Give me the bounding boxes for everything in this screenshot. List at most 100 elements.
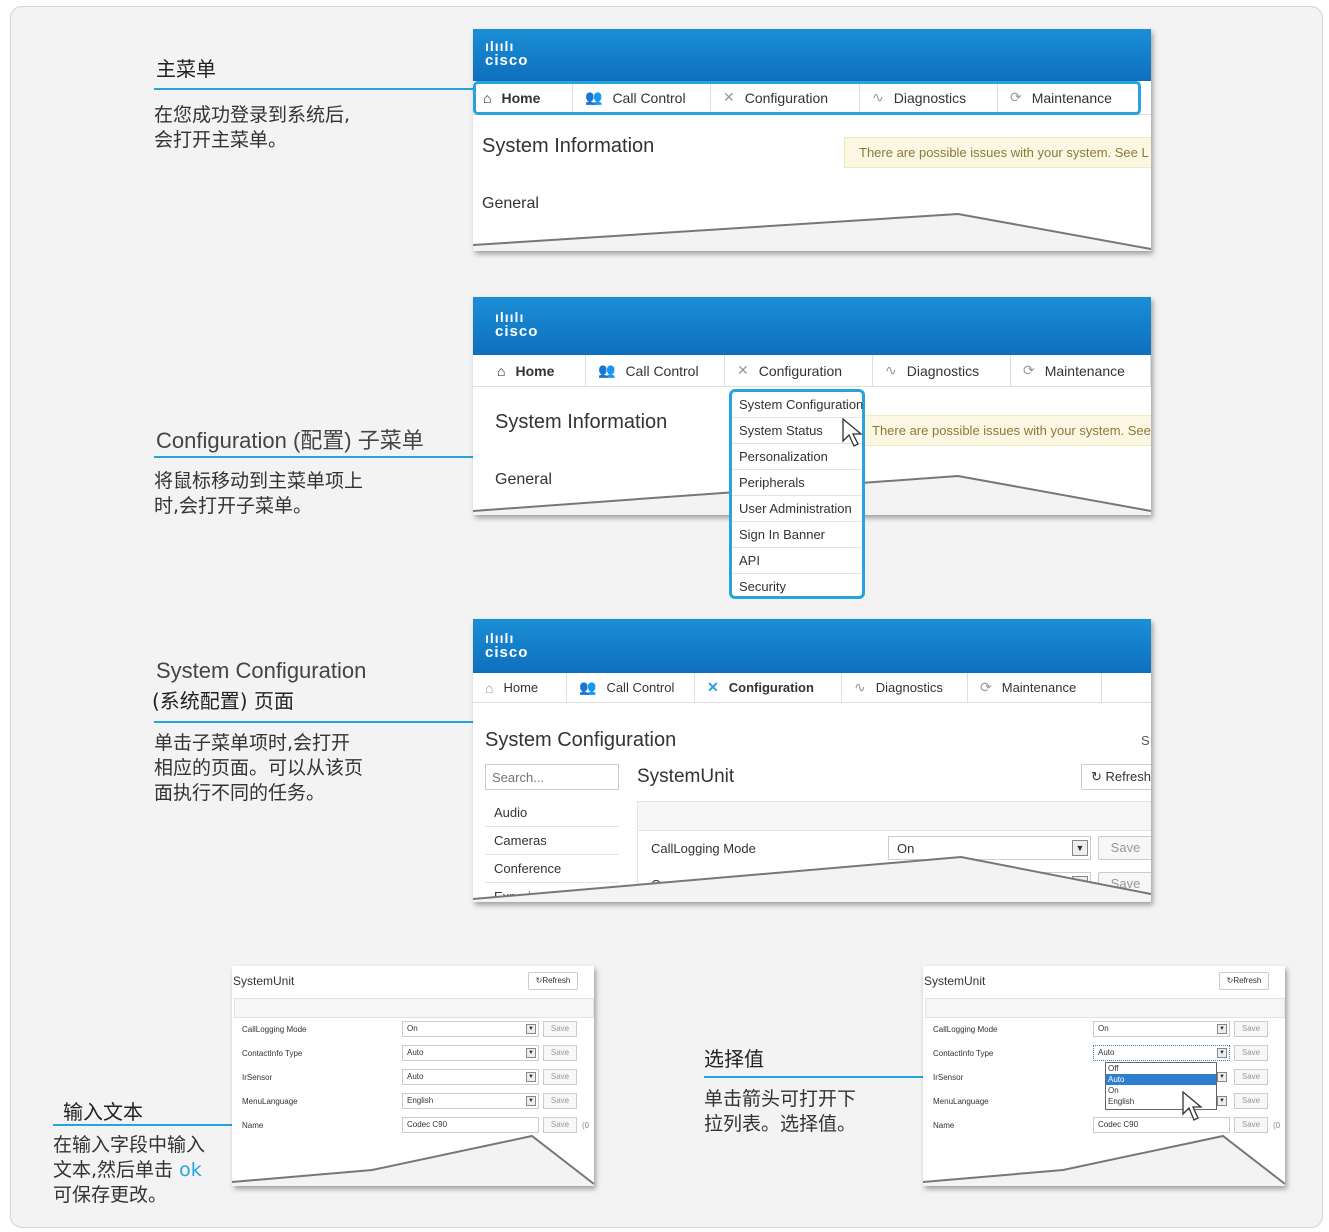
name-input[interactable]: Codec C90 — [1093, 1117, 1230, 1133]
chevron-down-icon[interactable]: ▼ — [526, 1096, 536, 1106]
desc-line: 在您成功登录到系统后, — [154, 104, 351, 126]
save-button[interactable]: Save — [1234, 1117, 1268, 1133]
submenu-item-api[interactable]: API — [732, 548, 862, 574]
chevron-down-icon[interactable]: ▼ — [1217, 1024, 1227, 1034]
submenu-item-sign-in-banner[interactable]: Sign In Banner — [732, 522, 862, 548]
calllogging-select[interactable]: On — [402, 1021, 539, 1037]
contactinfo-select[interactable]: Auto — [402, 1045, 539, 1061]
search-input[interactable] — [485, 764, 619, 790]
menulanguage-select[interactable]: English — [402, 1093, 539, 1109]
nav-label: Call Control — [606, 680, 675, 695]
option-off[interactable]: Off — [1106, 1063, 1216, 1074]
main-menu-title: 主菜单 — [156, 57, 216, 81]
save-button[interactable]: Save — [543, 1069, 577, 1085]
desc-line: 会打开主菜单。 — [154, 129, 288, 151]
field-label: Name — [242, 1121, 264, 1130]
chevron-down-icon[interactable]: ▼ — [526, 1024, 536, 1034]
save-button[interactable]: Save — [1234, 1093, 1268, 1109]
chevron-down-icon[interactable]: ▼ — [1217, 1048, 1227, 1058]
nav-diagnostics[interactable]: ∿ Diagnostics — [873, 355, 1011, 386]
nav-label: Home — [515, 362, 555, 379]
nav-label: Configuration — [758, 362, 843, 379]
refresh-button[interactable]: ↻Refresh — [528, 972, 578, 990]
main-nav: ⌂ Home 👥 Call Control ✕ Configuration ∿ Diag… — [473, 355, 1151, 387]
logo-bars: ılıılı — [485, 38, 515, 54]
refresh-button[interactable]: ↻Refresh — [1219, 972, 1269, 990]
page-frame: 主菜单 在您成功登录到系统后, 会打开主菜单。 ılıılı cisco ⌂ Ho… — [10, 6, 1323, 1228]
irsensor-select[interactable]: Auto — [402, 1069, 539, 1085]
contactinfo-select[interactable]: Auto — [1093, 1045, 1230, 1061]
torn-edge — [473, 212, 1151, 251]
save-button[interactable]: Save — [543, 1021, 577, 1037]
nav-configuration[interactable]: ✕ Configuration — [695, 673, 842, 702]
nav-call-control[interactable]: 👥 Call Control — [586, 355, 725, 386]
sidebar-item-audio[interactable]: Audio — [485, 799, 619, 827]
save-button[interactable]: Save — [1234, 1045, 1268, 1061]
desc-line: 可保存更改。 — [53, 1184, 168, 1206]
refresh-button[interactable]: ↻ Refresh — [1081, 764, 1151, 790]
main-menu-desc: 在您成功登录到系统后, 会打开主菜单。 — [154, 103, 350, 153]
nav-label: Configuration — [728, 680, 814, 695]
select-value-desc: 单击箭头可打开下 拉列表。选择值。 — [704, 1087, 856, 1137]
users-icon: 👥 — [579, 679, 597, 695]
screenshot-select-value: SystemUnit ↻Refresh CallLogging Mode On … — [923, 966, 1285, 1186]
torn-edge — [923, 1134, 1285, 1186]
page-title: System Information — [495, 411, 668, 433]
desc-line: 将鼠标移动到主菜单项上 — [154, 470, 364, 492]
nav-home[interactable]: ⌂ Home — [473, 355, 586, 386]
chevron-down-icon[interactable]: ▼ — [1217, 1096, 1227, 1106]
group-header — [234, 998, 594, 1018]
warning-banner: There are possible issues with your syst… — [857, 415, 1151, 446]
submenu-title: Configuration (配置) 子菜单 — [156, 428, 424, 453]
option-auto[interactable]: Auto — [1106, 1074, 1216, 1085]
field-label: CallLogging Mode — [933, 1025, 998, 1034]
desc-line: 拉列表。选择值。 — [704, 1113, 857, 1135]
pulse-icon: ∿ — [885, 362, 897, 378]
desc-line: 单击子菜单项时,会打开 — [154, 732, 351, 754]
field-label: CallLogging Mode — [242, 1025, 307, 1034]
save-button[interactable]: Save — [543, 1093, 577, 1109]
save-button[interactable]: Save — [1234, 1021, 1268, 1037]
section-heading: SystemUnit — [637, 766, 735, 787]
save-button[interactable]: Save — [1234, 1069, 1268, 1085]
submenu-item-system-configuration[interactable]: System Configuration — [732, 392, 863, 418]
save-button[interactable]: Save — [543, 1045, 577, 1061]
nav-home[interactable]: ⌂ Home — [473, 673, 567, 702]
nav-call-control[interactable]: 👥 Call Control — [567, 673, 695, 702]
tools-icon: ✕ — [707, 679, 719, 695]
chevron-down-icon[interactable]: ▼ — [526, 1048, 536, 1058]
chevron-down-icon[interactable]: ▼ — [1217, 1072, 1227, 1082]
cursor-icon — [1182, 1090, 1203, 1121]
field-label: MenuLanguage — [933, 1097, 989, 1106]
desc-line: 文本,然后单击 ok — [53, 1158, 205, 1183]
nav-label: Maintenance — [1044, 362, 1125, 379]
refresh-icon: ⟳ — [1023, 362, 1035, 378]
cisco-logo: ılıılı cisco — [495, 310, 538, 339]
submenu-item-security[interactable]: Security — [732, 574, 862, 600]
desc-line: 时,会打开子菜单。 — [154, 495, 313, 517]
header-banner — [473, 297, 1151, 355]
refresh-label: Refresh — [1105, 769, 1151, 784]
calllogging-select[interactable]: On — [1093, 1021, 1230, 1037]
nav-configuration[interactable]: ✕ Configuration — [725, 355, 873, 386]
desc-line: 单击箭头可打开下 — [704, 1088, 857, 1110]
nav-maintenance[interactable]: ⟳ Maintenance — [968, 673, 1102, 702]
field-label: MenuLanguage — [242, 1097, 298, 1106]
desc-line: 在输入字段中输入 — [53, 1134, 206, 1156]
header-banner — [473, 619, 1151, 673]
submenu-item-user-administration[interactable]: User Administration — [732, 496, 862, 522]
chevron-down-icon[interactable]: ▼ — [526, 1072, 536, 1082]
screenshot-home: ılıılı cisco ⌂ Home 👥 Call Control ✕ Config… — [473, 29, 1151, 251]
callout-line — [154, 721, 484, 723]
nav-diagnostics[interactable]: ∿ Diagnostics — [842, 673, 968, 702]
ok-text: ok — [179, 1159, 202, 1181]
sysconfig-desc: 单击子菜单项时,会打开 相应的页面。可以从该页 面执行不同的任务。 — [154, 731, 363, 806]
nav-maintenance[interactable]: ⟳ Maintenance — [1011, 355, 1151, 386]
section-heading: SystemUnit — [233, 974, 295, 988]
name-input[interactable]: Codec C90 — [402, 1117, 539, 1133]
save-button[interactable]: Save — [543, 1117, 577, 1133]
sysconfig-title-en: System Configuration — [156, 658, 367, 683]
submenu-desc: 将鼠标移动到主菜单项上 时,会打开子菜单。 — [154, 469, 363, 519]
desc-text: 文本,然后单击 — [53, 1159, 180, 1181]
submenu-item-peripherals[interactable]: Peripherals — [732, 470, 862, 496]
